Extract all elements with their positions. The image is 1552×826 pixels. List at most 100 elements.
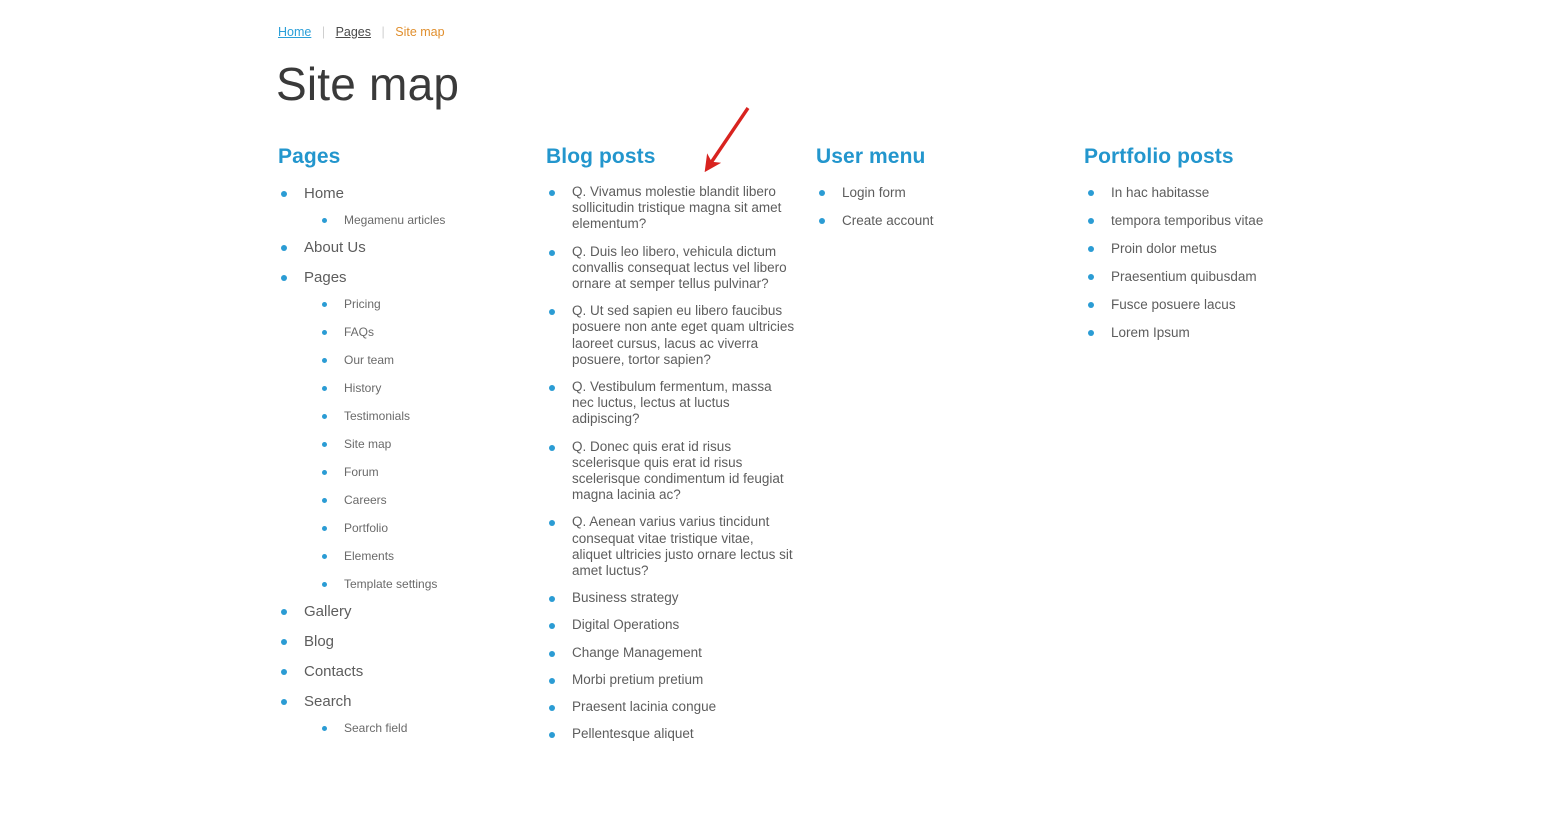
list-item-label: Q. Duis leo libero, vehicula dictum conv…: [572, 243, 787, 292]
list-item[interactable]: Lorem Ipsum: [1084, 324, 1384, 341]
list-item-label: Q. Vestibulum fermentum, massa nec luctu…: [572, 379, 772, 427]
list-item-label: Praesent lacinia congue: [572, 699, 717, 715]
list-item-label: Portfolio: [344, 521, 389, 535]
column-pages: Pages Home Megamenu articles About Us Pa…: [278, 144, 528, 746]
list-item[interactable]: Q. Aenean varius varius tincidunt conseq…: [546, 514, 796, 579]
list-item-label: Login form: [842, 185, 906, 200]
pages-sublist: Megamenu articles: [304, 213, 528, 228]
list-item[interactable]: Pricing: [319, 297, 528, 312]
list-item[interactable]: Portfolio: [319, 521, 528, 536]
list-item-label: Megamenu articles: [344, 213, 446, 227]
list-item[interactable]: Morbi pretium pretium: [546, 672, 796, 688]
list-item-label: Search: [304, 693, 352, 710]
breadcrumb-item-current: Site map: [395, 25, 445, 39]
list-item[interactable]: Blog: [278, 632, 528, 652]
list-item[interactable]: Praesent lacinia congue: [546, 699, 796, 715]
breadcrumb: Home | Pages | Site map: [278, 24, 445, 40]
bullet-icon: [281, 609, 287, 615]
list-item[interactable]: Gallery: [278, 602, 528, 622]
list-item-label: Pages: [304, 269, 347, 286]
bullet-icon: [549, 623, 555, 630]
list-item-label: Lorem Ipsum: [1111, 325, 1190, 340]
list-item-label: Q. Aenean varius varius tincidunt conseq…: [572, 514, 793, 579]
list-item[interactable]: Proin dolor metus: [1084, 240, 1384, 257]
column-title-pages: Pages: [278, 145, 341, 168]
bullet-icon: [549, 677, 555, 684]
list-item[interactable]: Q. Ut sed sapien eu libero faucibus posu…: [546, 303, 796, 368]
bullet-icon: [322, 386, 327, 391]
list-item-label: Change Management: [572, 644, 702, 660]
list-item[interactable]: History: [319, 381, 528, 396]
list-item[interactable]: Contacts: [278, 662, 528, 682]
list-item[interactable]: Search Search field: [278, 692, 528, 736]
list-item[interactable]: In hac habitasse: [1084, 184, 1384, 201]
bullet-icon: [322, 582, 327, 587]
bullet-icon: [281, 245, 287, 251]
bullet-icon: [1088, 218, 1094, 224]
list-item-label: tempora temporibus vitae: [1111, 213, 1264, 228]
bullet-icon: [549, 444, 555, 451]
bullet-icon: [322, 358, 327, 363]
list-item-label: Home: [304, 185, 345, 202]
list-item[interactable]: Pages Pricing FAQs Our team History Test…: [278, 268, 528, 592]
list-item[interactable]: About Us: [278, 238, 528, 258]
list-item[interactable]: Forum: [319, 465, 528, 480]
bullet-icon: [549, 190, 555, 196]
column-user-menu: User menu Login form Create account: [816, 144, 1066, 240]
list-item[interactable]: Q. Donec quis erat id risus scelerisque …: [546, 439, 796, 504]
column-title-blog-posts: Blog posts: [546, 145, 656, 168]
site-map-page: Home | Pages | Site map Site map Pages H…: [0, 0, 1552, 826]
list-item[interactable]: Megamenu articles: [319, 213, 528, 228]
list-item[interactable]: Home Megamenu articles: [278, 184, 528, 228]
list-item-label: Pricing: [344, 297, 381, 311]
list-item-label: History: [344, 381, 382, 395]
list-item[interactable]: Create account: [816, 212, 1066, 229]
bullet-icon: [281, 699, 287, 705]
list-item-label: Testimonials: [344, 409, 411, 423]
bullet-icon: [819, 190, 825, 196]
list-item[interactable]: Fusce posuere lacus: [1084, 296, 1384, 313]
bullet-icon: [281, 275, 287, 281]
list-item[interactable]: Elements: [319, 549, 528, 564]
list-item[interactable]: Q. Vestibulum fermentum, massa nec luctu…: [546, 379, 796, 428]
list-item-label: Search field: [344, 721, 408, 735]
bullet-icon: [322, 302, 327, 307]
list-item-label: Contacts: [304, 663, 364, 680]
portfolio-posts-list: In hac habitasse tempora temporibus vita…: [1084, 184, 1384, 341]
list-item-label: Our team: [344, 353, 395, 367]
list-item[interactable]: Testimonials: [319, 409, 528, 424]
list-item[interactable]: Template settings: [319, 577, 528, 592]
breadcrumb-item-home[interactable]: Home: [278, 24, 311, 40]
list-item-label: Gallery: [304, 603, 352, 620]
list-item-label: About Us: [304, 239, 366, 256]
list-item-label: Morbi pretium pretium: [572, 671, 704, 687]
list-item[interactable]: Business strategy: [546, 590, 796, 606]
list-item[interactable]: Change Management: [546, 645, 796, 661]
bullet-icon: [322, 330, 327, 335]
list-item-label: Q. Donec quis erat id risus scelerisque …: [572, 438, 784, 503]
list-item-label: Pellentesque aliquet: [572, 726, 694, 742]
list-item[interactable]: Our team: [319, 353, 528, 368]
list-item[interactable]: Search field: [319, 721, 528, 736]
list-item[interactable]: Praesentium quibusdam: [1084, 268, 1384, 285]
list-item-label: Site map: [344, 437, 392, 451]
breadcrumb-item-pages[interactable]: Pages: [336, 24, 371, 40]
pages-list: Home Megamenu articles About Us Pages Pr…: [278, 184, 528, 736]
list-item[interactable]: Careers: [319, 493, 528, 508]
list-item[interactable]: FAQs: [319, 325, 528, 340]
list-item[interactable]: Login form: [816, 184, 1066, 201]
column-title-user-menu: User menu: [816, 145, 926, 168]
bullet-icon: [549, 705, 555, 712]
list-item[interactable]: Digital Operations: [546, 617, 796, 633]
breadcrumb-separator: |: [381, 25, 385, 39]
list-item[interactable]: Site map: [319, 437, 528, 452]
list-item[interactable]: Q. Vivamus molestie blandit libero solli…: [546, 184, 796, 233]
column-blog-posts: Blog posts Q. Vivamus molestie blandit l…: [546, 144, 796, 753]
list-item-label: Careers: [344, 493, 387, 507]
list-item-label: Create account: [842, 213, 934, 228]
list-item[interactable]: Pellentesque aliquet: [546, 726, 796, 742]
list-item[interactable]: tempora temporibus vitae: [1084, 212, 1384, 229]
bullet-icon: [549, 732, 555, 739]
list-item[interactable]: Q. Duis leo libero, vehicula dictum conv…: [546, 244, 796, 293]
bullet-icon: [549, 520, 555, 527]
